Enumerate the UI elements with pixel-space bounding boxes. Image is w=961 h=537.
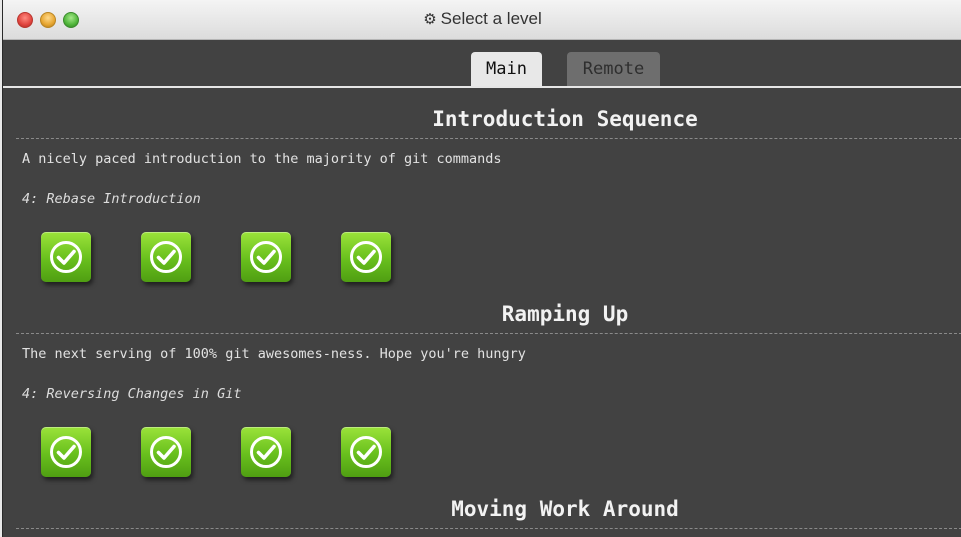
sequence-title-introduction: Introduction Sequence <box>432 107 698 131</box>
level-button-intro-2[interactable] <box>141 232 191 282</box>
checkmark-icon <box>350 436 382 468</box>
title-bar[interactable]: ⚙ Select a level <box>3 0 961 40</box>
tab-remote[interactable]: Remote <box>567 52 660 86</box>
level-button-intro-1[interactable] <box>41 232 91 282</box>
gear-icon: ⚙ <box>423 11 437 28</box>
checkmark-icon <box>350 241 382 273</box>
sequence-description: The next serving of 100% git awesomes-ne… <box>22 346 526 362</box>
tab-main[interactable]: Main <box>471 52 542 86</box>
sequence-description: A nicely paced introduction to the major… <box>22 151 502 167</box>
current-level-label: 4: Reversing Changes in Git <box>22 386 242 402</box>
window-title: ⚙ Select a level <box>3 9 961 29</box>
sequence-title-ramping-up: Ramping Up <box>501 302 629 326</box>
checkmark-icon <box>150 241 182 273</box>
checkmark-icon <box>50 436 82 468</box>
level-button-ramping-3[interactable] <box>241 427 291 477</box>
checkmark-icon <box>150 436 182 468</box>
tab-divider <box>3 86 961 88</box>
level-button-ramping-1[interactable] <box>41 427 91 477</box>
checkmark-icon <box>250 241 282 273</box>
level-select-window: ⚙ Select a level Main Remote Introduction… <box>2 0 961 537</box>
section-divider <box>16 333 961 334</box>
sequence-title-moving-work: Moving Work Around <box>451 497 679 521</box>
level-button-intro-4[interactable] <box>341 232 391 282</box>
level-button-ramping-4[interactable] <box>341 427 391 477</box>
section-divider <box>16 528 961 529</box>
section-divider <box>16 138 961 139</box>
window-title-text: Select a level <box>440 9 542 28</box>
checkmark-icon <box>250 436 282 468</box>
checkmark-icon <box>50 241 82 273</box>
level-button-ramping-2[interactable] <box>141 427 191 477</box>
level-button-intro-3[interactable] <box>241 232 291 282</box>
current-level-label: 4: Rebase Introduction <box>22 191 201 207</box>
